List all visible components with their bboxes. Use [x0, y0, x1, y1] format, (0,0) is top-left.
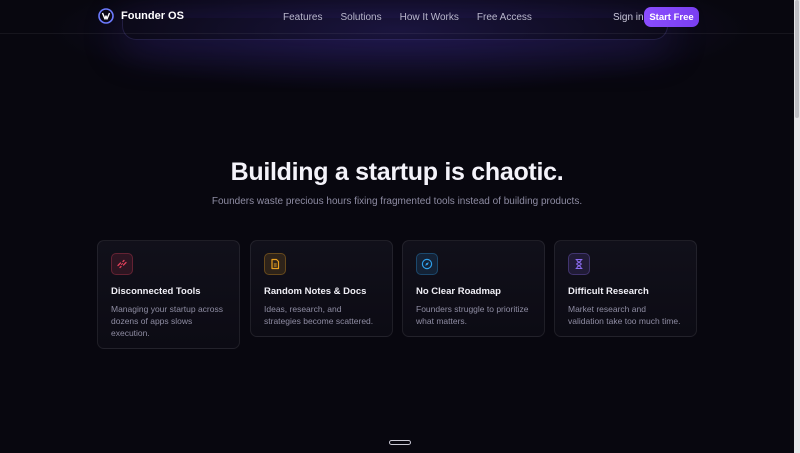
problem-card-random-notes: Random Notes & Docs Ideas, research, and… — [250, 240, 393, 337]
card-description: Managing your startup across dozens of a… — [111, 304, 223, 338]
page: Founder OS Features Solutions How It Wor… — [0, 0, 800, 453]
problem-card-no-clear-roadmap: No Clear Roadmap Founders struggle to pr… — [402, 240, 545, 337]
scroll-indicator[interactable] — [389, 440, 411, 445]
card-description: Ideas, research, and strategies become s… — [264, 304, 374, 326]
nav-link-features[interactable]: Features — [283, 12, 322, 23]
icon-box — [111, 253, 133, 275]
card-title: Difficult Research — [568, 286, 649, 297]
logo-icon — [98, 8, 114, 24]
sign-in-link[interactable]: Sign in — [613, 12, 644, 23]
section-title: Building a startup is chaotic. — [230, 158, 564, 186]
nav-link-how-it-works[interactable]: How It Works — [400, 12, 459, 23]
broken-link-icon — [117, 259, 127, 269]
card-title: No Clear Roadmap — [416, 286, 501, 297]
card-title: Disconnected Tools — [111, 286, 201, 297]
scrollbar-thumb[interactable] — [795, 0, 799, 118]
brand-name: Founder OS — [121, 10, 184, 22]
problem-card-difficult-research: Difficult Research Market research and v… — [554, 240, 697, 337]
scrollbar[interactable] — [794, 0, 800, 453]
icon-box — [416, 253, 438, 275]
nav-links: Features Solutions How It Works Free Acc… — [283, 12, 550, 23]
document-icon — [271, 258, 280, 270]
nav-link-free-access[interactable]: Free Access — [477, 12, 532, 23]
brand-logo[interactable]: Founder OS — [98, 8, 184, 24]
card-title: Random Notes & Docs — [264, 286, 367, 297]
icon-box — [264, 253, 286, 275]
icon-box — [568, 253, 590, 275]
card-description: Founders struggle to prioritize what mat… — [416, 304, 529, 326]
card-description: Market research and validation take too … — [568, 304, 681, 326]
top-nav: Founder OS Features Solutions How It Wor… — [0, 0, 794, 34]
nav-link-solutions[interactable]: Solutions — [340, 12, 381, 23]
problem-card-disconnected-tools: Disconnected Tools Managing your startup… — [97, 240, 240, 349]
compass-icon — [421, 258, 433, 270]
section-subtitle: Founders waste precious hours fixing fra… — [211, 196, 583, 207]
start-free-button[interactable]: Start Free — [644, 7, 699, 27]
hourglass-icon — [575, 258, 583, 270]
